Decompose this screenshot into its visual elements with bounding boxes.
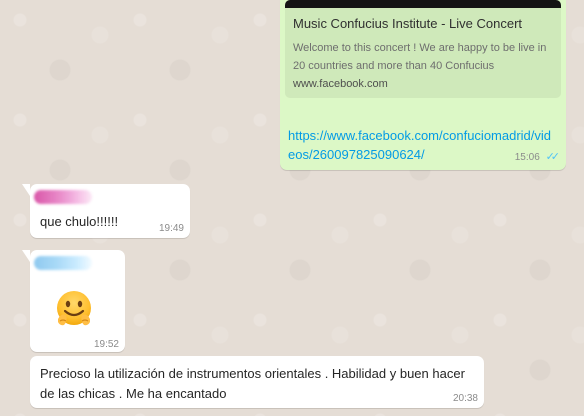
incoming-message[interactable]: que chulo!!!!!! 19:49 (22, 184, 190, 238)
bubble-tail (22, 184, 30, 196)
message-timestamp: 15:06 ✓✓ (514, 150, 561, 163)
message-text: que chulo!!!!!! (40, 214, 119, 229)
double-check-icon: ✓✓ (545, 151, 561, 163)
chat-thread[interactable]: Music Confucius Institute - Live Concert… (0, 0, 584, 416)
time-text: 15:06 (514, 152, 540, 163)
bubble-tail (22, 250, 30, 262)
message-timestamp: 19:52 (93, 339, 119, 350)
outgoing-link-message[interactable]: Music Confucius Institute - Live Concert… (280, 0, 566, 170)
link-preview-title: Music Confucius Institute - Live Concert (293, 16, 523, 31)
link-preview-description: Welcome to this concert ! We are happy t… (293, 42, 547, 72)
video-thumbnail[interactable] (285, 0, 561, 8)
link-preview-card[interactable]: Music Confucius Institute - Live Concert… (285, 0, 561, 98)
message-timestamp: 19:49 (158, 223, 184, 234)
message-timestamp: 20:38 (452, 393, 478, 404)
incoming-emoji-message[interactable]: 19:52 (22, 250, 125, 352)
message-text: Precioso la utilización de instrumentos … (40, 366, 465, 401)
sender-name-redacted (34, 190, 92, 204)
link-preview-domain: www.facebook.com (293, 78, 388, 90)
hugging-face-icon (57, 291, 91, 326)
incoming-message[interactable]: Precioso la utilización de instrumentos … (30, 356, 484, 408)
sender-name-redacted (34, 256, 92, 270)
